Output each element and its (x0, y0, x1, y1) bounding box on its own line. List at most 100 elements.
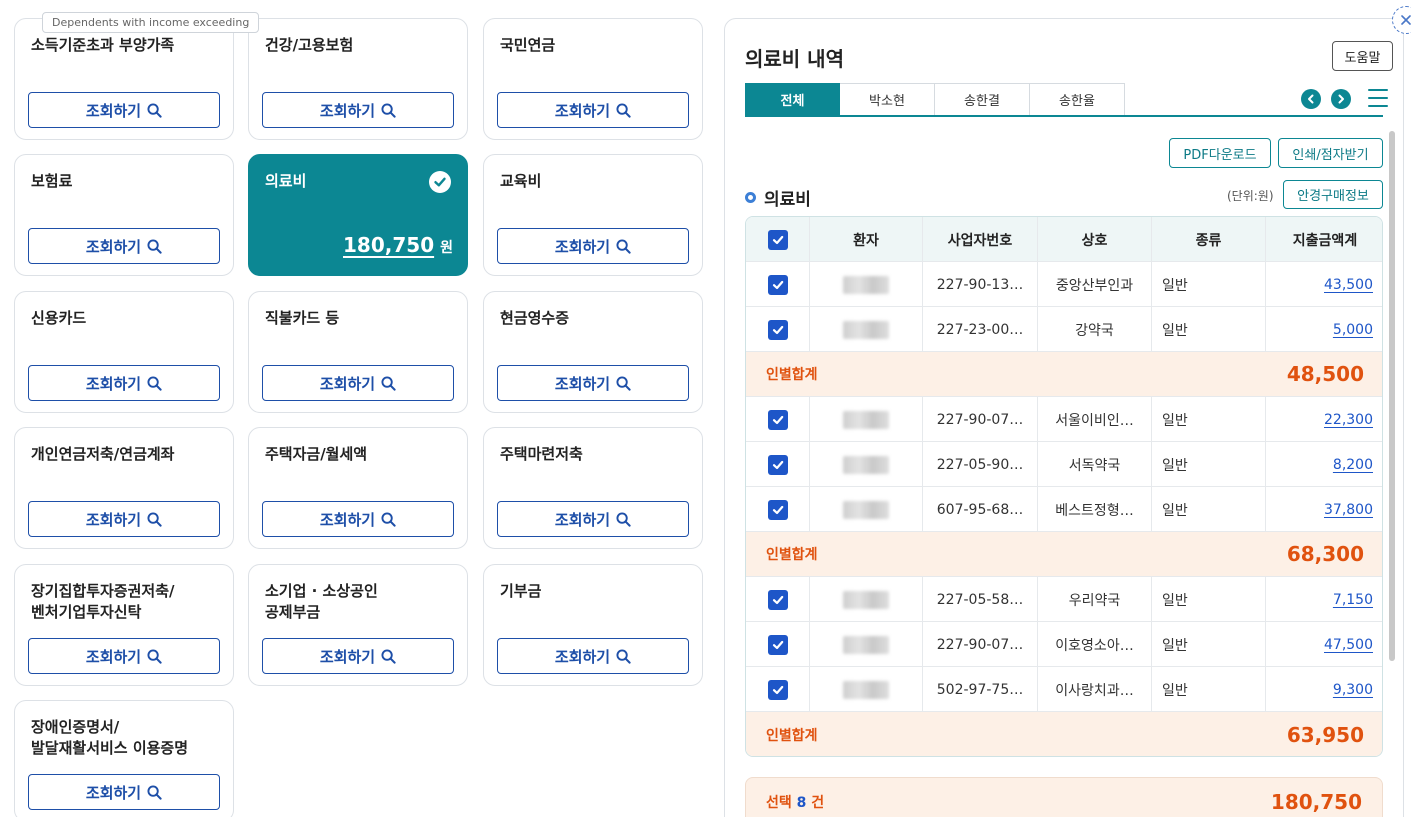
query-button[interactable]: 조회하기 (262, 92, 454, 128)
search-icon (381, 102, 396, 118)
help-button[interactable]: 도움말 (1332, 41, 1393, 71)
card-disability-certificate: 장애인증명서/발달재활서비스 이용증명 조회하기 (14, 700, 234, 817)
table-row: 227-05-58… 우리약국 일반 7,150 (746, 577, 1382, 622)
tooltip: Dependents with income exceeding (42, 12, 260, 33)
kind-cell: 일반 (1152, 622, 1266, 667)
row-checkbox-cell (746, 577, 810, 622)
business-name-cell: 베스트정형… (1038, 487, 1152, 532)
query-button[interactable]: 조회하기 (497, 638, 689, 674)
row-checkbox[interactable] (767, 679, 788, 700)
search-icon (147, 238, 162, 254)
amount-link[interactable]: 8,200 (1333, 457, 1373, 473)
query-button[interactable]: 조회하기 (497, 92, 689, 128)
query-button[interactable]: 조회하기 (28, 501, 220, 537)
hamburger-menu-icon[interactable] (1368, 89, 1388, 107)
blurred-patient-name (843, 635, 889, 654)
business-number-cell: 502-97-75… (923, 667, 1038, 712)
print-braille-button[interactable]: 인쇄/점자받기 (1278, 138, 1383, 168)
query-button-label: 조회하기 (554, 374, 611, 393)
card-housing-fund-rent: 주택자금/월세액 조회하기 (248, 427, 468, 549)
table-header: 환자 사업자번호 상호 종류 지출금액계 (746, 217, 1382, 262)
card-credit-card: 신용카드 조회하기 (14, 291, 234, 413)
scrollbar-thumb[interactable] (1389, 131, 1395, 661)
query-button[interactable]: 조회하기 (262, 638, 454, 674)
row-checkbox[interactable] (767, 409, 788, 430)
card-health-employment-insurance: 건강/고용보험 조회하기 (248, 18, 468, 140)
chevron-right-icon[interactable] (1331, 89, 1351, 109)
amount-cell: 7,150 (1266, 577, 1382, 622)
query-button[interactable]: 조회하기 (497, 501, 689, 537)
business-number-cell: 227-05-58… (923, 577, 1038, 622)
subtotal-value: 63,950 (1286, 722, 1364, 747)
patient-cell (810, 307, 923, 352)
patient-cell (810, 487, 923, 532)
patient-cell (810, 577, 923, 622)
business-number-cell: 607-95-68… (923, 487, 1038, 532)
glasses-info-button[interactable]: 안경구매정보 (1283, 180, 1383, 209)
amount-cell: 47,500 (1266, 622, 1382, 667)
amount-link[interactable]: 43,500 (1324, 277, 1373, 293)
tab-person-2[interactable]: 송한결 (935, 83, 1030, 116)
query-button[interactable]: 조회하기 (497, 365, 689, 401)
tab-all[interactable]: 전체 (745, 83, 840, 116)
section-title: 의료비 (745, 185, 811, 210)
amount-value[interactable]: 180,750 (343, 233, 434, 257)
query-button[interactable]: 조회하기 (497, 228, 689, 264)
row-checkbox[interactable] (767, 454, 788, 475)
blurred-patient-name (843, 275, 889, 294)
amount-link[interactable]: 37,800 (1324, 502, 1373, 518)
card-education-expense: 교육비 조회하기 (483, 154, 703, 276)
row-checkbox[interactable] (767, 274, 788, 295)
header-total-amount: 지출금액계 (1292, 232, 1358, 249)
row-checkbox[interactable] (767, 319, 788, 340)
kind-cell: 일반 (1152, 397, 1266, 442)
row-checkbox-cell (746, 487, 810, 532)
row-checkbox[interactable] (767, 499, 788, 520)
query-button-label: 조회하기 (85, 510, 142, 529)
scrollbar[interactable] (1389, 131, 1395, 661)
amount-link[interactable]: 5,000 (1333, 322, 1373, 338)
row-checkbox[interactable] (767, 634, 788, 655)
business-number-cell: 227-05-90… (923, 442, 1038, 487)
card-personal-pension: 개인연금저축/연금계좌 조회하기 (14, 427, 234, 549)
query-button[interactable]: 조회하기 (28, 228, 220, 264)
query-button[interactable]: 조회하기 (28, 774, 220, 810)
unit-label: (단위:원) (1227, 189, 1274, 203)
subtotal-value: 48,500 (1286, 362, 1364, 386)
kind-cell: 일반 (1152, 262, 1266, 307)
amount-link[interactable]: 47,500 (1324, 637, 1373, 653)
tab-person-3[interactable]: 송한율 (1030, 83, 1125, 116)
query-button[interactable]: 조회하기 (28, 638, 220, 674)
card-donation: 기부금 조회하기 (483, 564, 703, 686)
card-long-term-investment: 장기집합투자증권저축/벤처기업투자신탁 조회하기 (14, 564, 234, 686)
card-title-line1: 장기집합투자증권저축/ (31, 582, 175, 600)
query-button[interactable]: 조회하기 (262, 365, 454, 401)
business-number-cell: 227-90-13… (923, 262, 1038, 307)
card-medical-expense[interactable]: 의료비 180,750 원 (248, 154, 468, 276)
section-title-label: 의료비 (764, 190, 811, 210)
kind-cell: 일반 (1152, 487, 1266, 532)
query-button-label: 조회하기 (85, 101, 142, 120)
amount-cell: 22,300 (1266, 397, 1382, 442)
business-name-cell: 중앙산부인과 (1038, 262, 1152, 307)
amount-link[interactable]: 22,300 (1324, 412, 1373, 428)
amount-link[interactable]: 9,300 (1333, 682, 1373, 698)
query-button[interactable]: 조회하기 (28, 92, 220, 128)
row-checkbox[interactable] (767, 589, 788, 610)
panel-title: 의료비 내역 (745, 47, 844, 71)
query-button[interactable]: 조회하기 (262, 501, 454, 537)
amount-link[interactable]: 7,150 (1333, 592, 1373, 608)
select-all-checkbox[interactable] (767, 229, 788, 250)
header-kind: 종류 (1152, 217, 1266, 262)
pdf-download-button[interactable]: PDF다운로드 (1169, 138, 1271, 168)
tab-person-1[interactable]: 박소현 (840, 83, 935, 116)
card-title-line1: 소기업 · 소상공인 (265, 582, 378, 600)
table-row: 227-90-07… 서울이비인… 일반 22,300 (746, 397, 1382, 442)
subtotal-label: 인별합계 (766, 727, 818, 744)
patient-cell (810, 397, 923, 442)
table-row: 227-23-00… 강약국 일반 5,000 (746, 307, 1382, 352)
chevron-left-icon[interactable] (1301, 89, 1321, 109)
search-icon (147, 102, 162, 118)
card-title: 장기집합투자증권저축/벤처기업투자신탁 (31, 581, 174, 623)
query-button[interactable]: 조회하기 (28, 365, 220, 401)
